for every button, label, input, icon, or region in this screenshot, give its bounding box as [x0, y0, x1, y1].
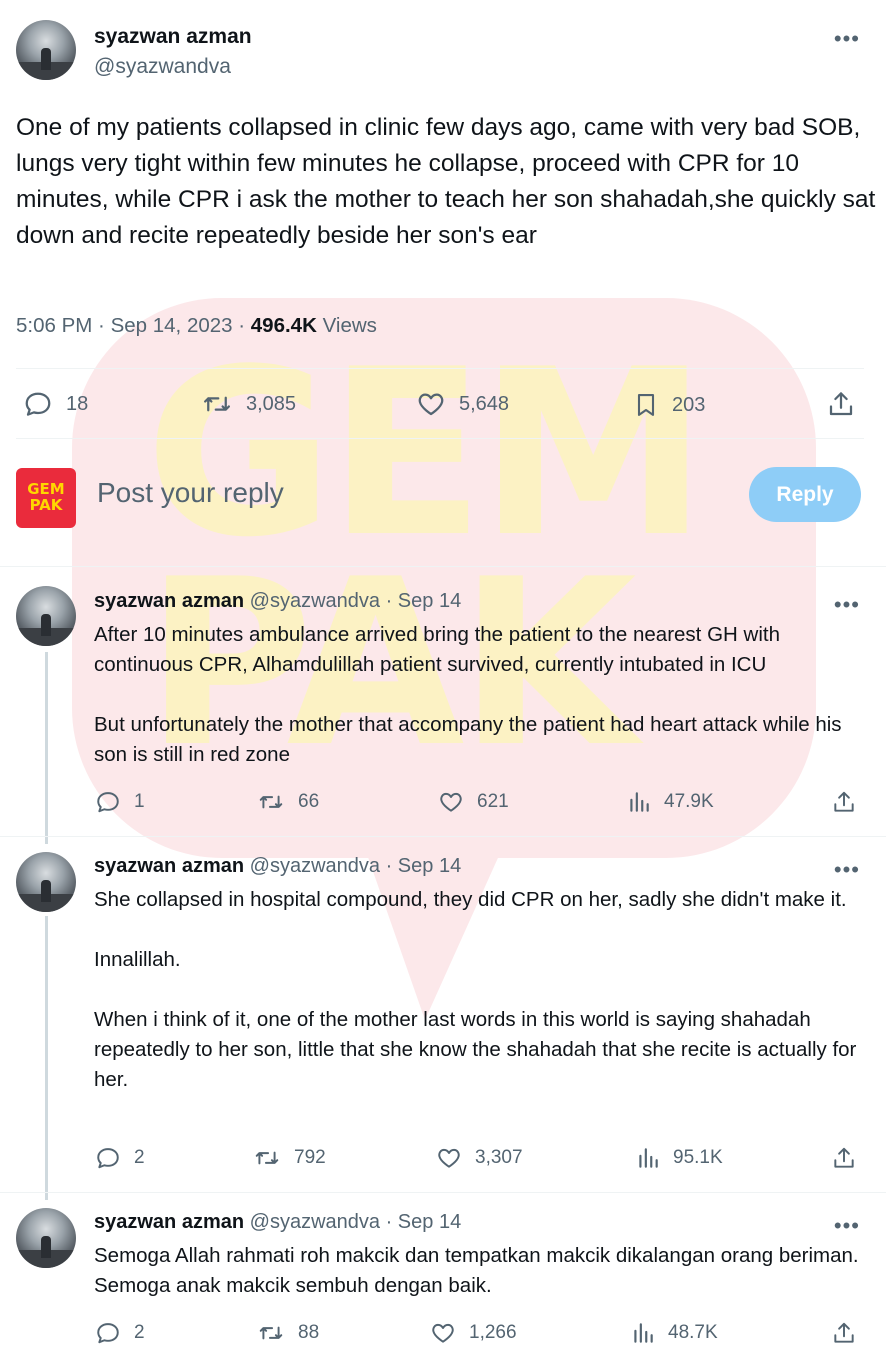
views-label: Views	[322, 314, 377, 337]
retweet-icon	[255, 1151, 279, 1165]
author-handle[interactable]: @syazwandva	[94, 55, 231, 79]
author-handle[interactable]: @syazwandva	[250, 855, 380, 877]
retweet-count: 3,085	[246, 392, 297, 415]
reply-text: After 10 minutes ambulance arrived bring…	[94, 623, 842, 766]
reply-header: syazwan azman @syazwandva · Sep 14	[94, 590, 462, 612]
share-icon	[829, 392, 853, 416]
analytics-icon	[634, 1323, 653, 1343]
reply-input[interactable]: Post your reply	[97, 477, 284, 509]
heart-icon	[432, 1323, 454, 1343]
reply-button[interactable]: Reply	[749, 467, 861, 522]
reply-icon	[25, 392, 51, 416]
bookmark-count: 203	[672, 393, 706, 416]
thread-line	[45, 916, 48, 1200]
reply-count: 18	[66, 392, 89, 415]
heart-icon	[440, 792, 462, 812]
more-options-icon[interactable]: •••	[834, 1213, 860, 1239]
reply-icon	[97, 792, 119, 813]
views-count: 95.1K	[673, 1147, 723, 1168]
views-action[interactable]: 95.1K	[635, 1145, 723, 1171]
bookmark-icon	[637, 394, 655, 416]
retweet-count: 792	[294, 1147, 326, 1168]
gempak-logo-avatar[interactable]: GEM PAK	[16, 468, 76, 528]
tweet-text: One of my patients collapsed in clinic f…	[16, 114, 876, 249]
retweet-action[interactable]: 3,085	[200, 389, 296, 419]
views-action[interactable]: 48.7K	[630, 1320, 718, 1346]
divider	[16, 438, 864, 439]
views-count: 47.9K	[664, 791, 714, 812]
like-action[interactable]: 1,266	[429, 1320, 517, 1346]
author-name[interactable]: syazwan azman	[94, 855, 244, 877]
retweet-action[interactable]: 88	[256, 1320, 319, 1346]
reply-action[interactable]: 1	[94, 789, 145, 815]
views-count: 48.7K	[668, 1322, 718, 1343]
retweet-icon	[259, 795, 283, 809]
author-name[interactable]: syazwan azman	[94, 1211, 244, 1233]
share-icon	[834, 1147, 854, 1168]
heart-icon	[418, 393, 444, 416]
like-action[interactable]: 3,307	[435, 1145, 523, 1171]
reply-action[interactable]: 2	[94, 1320, 145, 1346]
heart-icon	[438, 1148, 460, 1168]
retweet-icon	[259, 1326, 283, 1340]
like-count: 5,648	[459, 392, 510, 415]
like-count: 1,266	[469, 1322, 517, 1343]
tweet-time[interactable]: 5:06 PM	[16, 314, 92, 337]
tweet-meta: 5:06 PM · Sep 14, 2023 · 496.4K Views	[16, 314, 377, 337]
share-action[interactable]	[831, 1145, 857, 1171]
retweet-count: 88	[298, 1322, 320, 1343]
watermark-line-1: GEM	[145, 321, 708, 588]
like-count: 3,307	[475, 1147, 523, 1168]
reply-date[interactable]: Sep 14	[398, 1211, 461, 1233]
author-handle[interactable]: @syazwandva	[250, 590, 380, 612]
reply-header: syazwan azman @syazwandva · Sep 14	[94, 855, 462, 877]
more-options-icon[interactable]: •••	[834, 592, 860, 618]
analytics-icon	[630, 792, 649, 812]
reply-date[interactable]: Sep 14	[398, 590, 461, 612]
share-icon	[834, 791, 854, 812]
share-icon	[834, 1322, 854, 1343]
share-action[interactable]	[826, 389, 856, 419]
avatar[interactable]	[16, 852, 76, 912]
retweet-action[interactable]: 66	[256, 789, 319, 815]
reply-count: 2	[134, 1147, 145, 1168]
retweet-count: 66	[298, 791, 320, 812]
avatar[interactable]	[16, 20, 76, 80]
thread-line	[45, 652, 48, 844]
more-options-icon[interactable]: •••	[834, 857, 860, 883]
analytics-icon	[639, 1148, 658, 1168]
reply-icon	[97, 1323, 119, 1344]
reply-date[interactable]: Sep 14	[398, 855, 461, 877]
retweet-icon	[204, 396, 230, 412]
avatar[interactable]	[16, 1208, 76, 1268]
divider	[0, 566, 886, 567]
divider	[0, 1192, 886, 1193]
reply-header: syazwan azman @syazwandva · Sep 14	[94, 1211, 462, 1233]
divider	[16, 368, 864, 369]
views-count: 496.4K	[250, 314, 317, 337]
more-options-icon[interactable]: •••	[834, 26, 860, 52]
avatar[interactable]	[16, 586, 76, 646]
reply-action[interactable]: 18	[22, 389, 88, 419]
divider	[0, 836, 886, 837]
retweet-action[interactable]: 792	[252, 1145, 326, 1171]
share-action[interactable]	[831, 1320, 857, 1346]
like-action[interactable]: 5,648	[415, 389, 509, 419]
bookmark-action[interactable]: 203	[632, 389, 705, 421]
views-action[interactable]: 47.9K	[626, 789, 714, 815]
share-action[interactable]	[831, 789, 857, 815]
reply-count: 1	[134, 791, 145, 812]
tweet-date[interactable]: Sep 14, 2023	[111, 314, 233, 337]
author-name[interactable]: syazwan azman	[94, 590, 244, 612]
author-handle[interactable]: @syazwandva	[250, 1211, 380, 1233]
reply-action[interactable]: 2	[94, 1145, 145, 1171]
like-count: 621	[477, 791, 509, 812]
reply-count: 2	[134, 1322, 145, 1343]
author-name[interactable]: syazwan azman	[94, 25, 252, 49]
reply-text: She collapsed in hospital compound, they…	[94, 888, 857, 1091]
reply-icon	[97, 1148, 119, 1169]
like-action[interactable]: 621	[437, 789, 509, 815]
reply-text: Semoga Allah rahmati roh makcik dan temp…	[94, 1244, 859, 1297]
